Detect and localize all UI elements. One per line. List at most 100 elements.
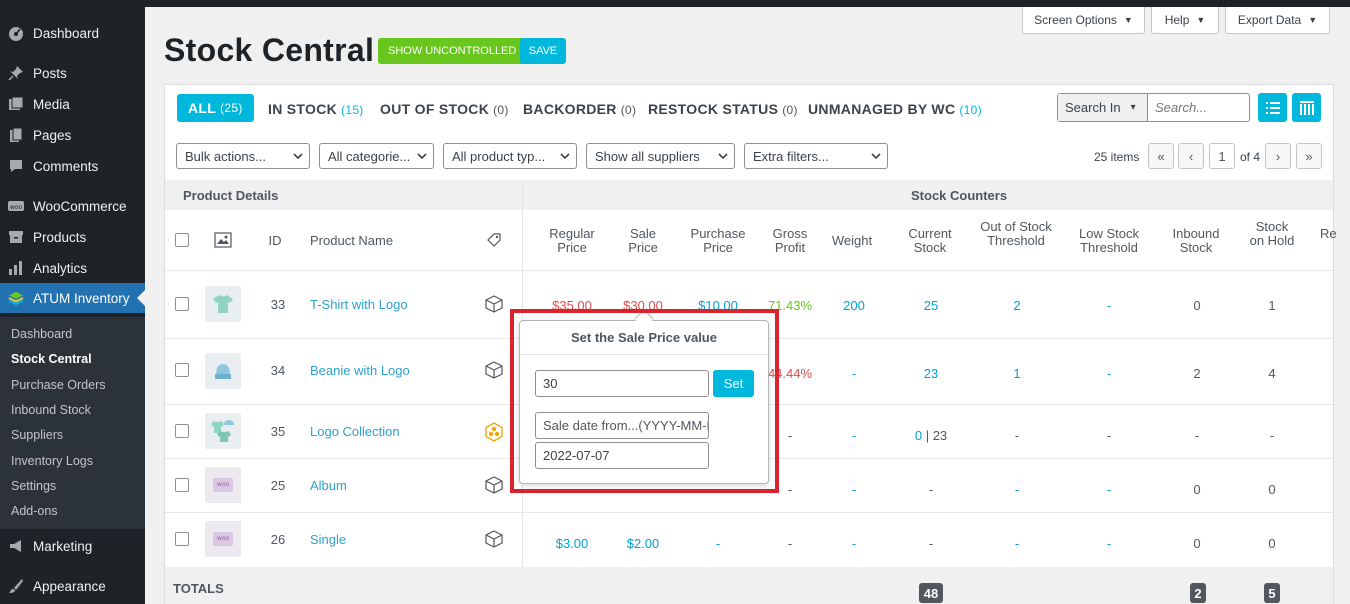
prev-page-button[interactable]: ‹: [1178, 143, 1204, 169]
purchase-price-cell[interactable]: -: [683, 536, 753, 551]
weight-cell[interactable]: -: [824, 366, 884, 381]
export-data-button[interactable]: Export Data ▼: [1225, 7, 1330, 34]
categories-select[interactable]: All categorie...: [319, 143, 434, 169]
columns-view-button[interactable]: [1292, 93, 1321, 122]
column-header-low-stock-threshold[interactable]: Low Stock Threshold: [1071, 227, 1147, 255]
column-header-gross-profit[interactable]: Gross Profit: [764, 227, 816, 255]
column-header-purchase-price[interactable]: Purchase Price: [683, 227, 753, 255]
current-stock-cell[interactable]: 23: [900, 366, 962, 381]
out-of-stock-threshold-cell[interactable]: -: [980, 536, 1054, 551]
row-checkbox[interactable]: [175, 363, 189, 377]
search-input[interactable]: Search...: [1148, 94, 1249, 121]
sidebar-item-media[interactable]: Media: [0, 89, 145, 119]
submenu-dashboard[interactable]: Dashboard: [11, 327, 72, 341]
column-header-weight[interactable]: Weight: [824, 234, 880, 248]
product-name-link[interactable]: Single: [310, 532, 346, 547]
sidebar-item-woocommerce[interactable]: woo WooCommerce: [0, 191, 145, 221]
last-page-button[interactable]: »: [1296, 143, 1322, 169]
product-name-link[interactable]: Logo Collection: [310, 424, 400, 439]
product-thumbnail[interactable]: woo: [205, 467, 241, 503]
regular-price-cell[interactable]: $3.00: [540, 536, 604, 551]
out-of-stock-threshold-cell[interactable]: 1: [980, 366, 1054, 381]
low-stock-threshold-cell[interactable]: -: [1071, 298, 1147, 313]
submenu-stock-central[interactable]: Stock Central: [11, 352, 92, 366]
view-unmanaged-tab[interactable]: UNMANAGED BY WC (10): [808, 101, 982, 117]
weight-cell[interactable]: -: [824, 428, 884, 443]
select-all-checkbox[interactable]: [175, 233, 189, 247]
sidebar-item-dashboard[interactable]: Dashboard: [0, 18, 145, 48]
extra-filters-select[interactable]: Extra filters...: [744, 143, 888, 169]
row-checkbox[interactable]: [175, 424, 189, 438]
help-button[interactable]: Help ▼: [1151, 7, 1219, 34]
list-view-button[interactable]: [1258, 93, 1287, 122]
sidebar-item-marketing[interactable]: Marketing: [0, 531, 145, 561]
save-button[interactable]: SAVE: [520, 38, 566, 64]
sale-price-cell[interactable]: $2.00: [618, 536, 668, 551]
column-header-out-of-stock-threshold[interactable]: Out of Stock Threshold: [980, 220, 1052, 248]
out-of-stock-threshold-cell[interactable]: -: [980, 482, 1054, 497]
sidebar-item-products[interactable]: Products: [0, 222, 145, 252]
product-thumbnail[interactable]: [205, 413, 241, 449]
weight-cell[interactable]: 200: [824, 298, 884, 313]
search-in-select[interactable]: Search In ▾: [1058, 94, 1148, 121]
current-stock-cell[interactable]: 0 | 23: [900, 428, 962, 443]
column-header-id[interactable]: ID: [262, 234, 288, 248]
submenu-inbound-stock[interactable]: Inbound Stock: [11, 403, 91, 417]
weight-cell[interactable]: -: [824, 536, 884, 551]
sidebar-item-label: Comments: [33, 158, 99, 174]
screen-options-button[interactable]: Screen Options ▼: [1022, 7, 1145, 34]
product-thumbnail[interactable]: [205, 286, 241, 322]
column-header-product-name[interactable]: Product Name: [310, 234, 393, 248]
low-stock-threshold-cell[interactable]: -: [1071, 366, 1147, 381]
current-stock-cell[interactable]: -: [900, 482, 962, 497]
product-types-select[interactable]: All product typ...: [443, 143, 577, 169]
sidebar-item-appearance[interactable]: Appearance: [0, 571, 145, 601]
row-divider: [165, 512, 1333, 513]
row-checkbox[interactable]: [175, 532, 189, 546]
stock-counters-label: Stock Counters: [911, 188, 1008, 203]
low-stock-threshold-cell[interactable]: -: [1071, 482, 1147, 497]
row-checkbox[interactable]: [175, 478, 189, 492]
column-header-truncated[interactable]: Re: [1320, 227, 1337, 241]
submenu-purchase-orders[interactable]: Purchase Orders: [11, 378, 105, 392]
sidebar-item-pages[interactable]: Pages: [0, 120, 145, 150]
low-stock-threshold-cell[interactable]: -: [1071, 536, 1147, 551]
column-header-inbound-stock[interactable]: Inbound Stock: [1164, 227, 1228, 255]
show-uncontrolled-button[interactable]: SHOW UNCONTROLLED: [378, 38, 527, 64]
tshirt-icon: [213, 295, 233, 313]
column-header-sale-price[interactable]: Sale Price: [618, 227, 668, 255]
submenu-suppliers[interactable]: Suppliers: [11, 428, 63, 442]
column-header-stock-on-hold[interactable]: Stock on Hold: [1248, 220, 1296, 248]
suppliers-select[interactable]: Show all suppliers: [586, 143, 735, 169]
sidebar-item-analytics[interactable]: Analytics: [0, 253, 145, 283]
product-thumbnail[interactable]: woo: [205, 521, 241, 557]
weight-cell[interactable]: -: [824, 482, 884, 497]
product-name-link[interactable]: Album: [310, 478, 347, 493]
submenu-inventory-logs[interactable]: Inventory Logs: [11, 454, 93, 468]
bulk-actions-select[interactable]: Bulk actions...: [176, 143, 310, 169]
view-all-tab[interactable]: ALL (25): [177, 94, 254, 122]
products-icon: [8, 229, 24, 245]
view-in-stock-tab[interactable]: IN STOCK (15): [268, 101, 364, 117]
current-page-input[interactable]: 1: [1209, 143, 1235, 169]
current-stock-cell[interactable]: 25: [900, 298, 962, 313]
row-checkbox[interactable]: [175, 297, 189, 311]
view-restock-status-tab[interactable]: RESTOCK STATUS (0): [648, 101, 798, 117]
column-header-regular-price[interactable]: Regular Price: [540, 227, 604, 255]
list-icon: [1265, 101, 1280, 114]
column-header-current-stock[interactable]: Current Stock: [900, 227, 960, 255]
sidebar-item-comments[interactable]: Comments: [0, 151, 145, 181]
view-backorder-tab[interactable]: BACKORDER (0): [523, 101, 636, 117]
product-name-link[interactable]: Beanie with Logo: [310, 363, 410, 378]
first-page-button[interactable]: «: [1148, 143, 1174, 169]
next-page-button[interactable]: ›: [1265, 143, 1291, 169]
out-of-stock-threshold-cell[interactable]: 2: [980, 298, 1054, 313]
submenu-settings[interactable]: Settings: [11, 479, 56, 493]
view-out-of-stock-tab[interactable]: OUT OF STOCK (0): [380, 101, 509, 117]
submenu-add-ons[interactable]: Add-ons: [11, 504, 58, 518]
current-stock-cell[interactable]: -: [900, 536, 962, 551]
sidebar-item-posts[interactable]: Posts: [0, 58, 145, 88]
product-name-link[interactable]: T-Shirt with Logo: [310, 297, 408, 312]
sidebar-item-atum-inventory[interactable]: ATUM Inventory: [0, 283, 145, 313]
product-thumbnail[interactable]: [205, 353, 241, 389]
